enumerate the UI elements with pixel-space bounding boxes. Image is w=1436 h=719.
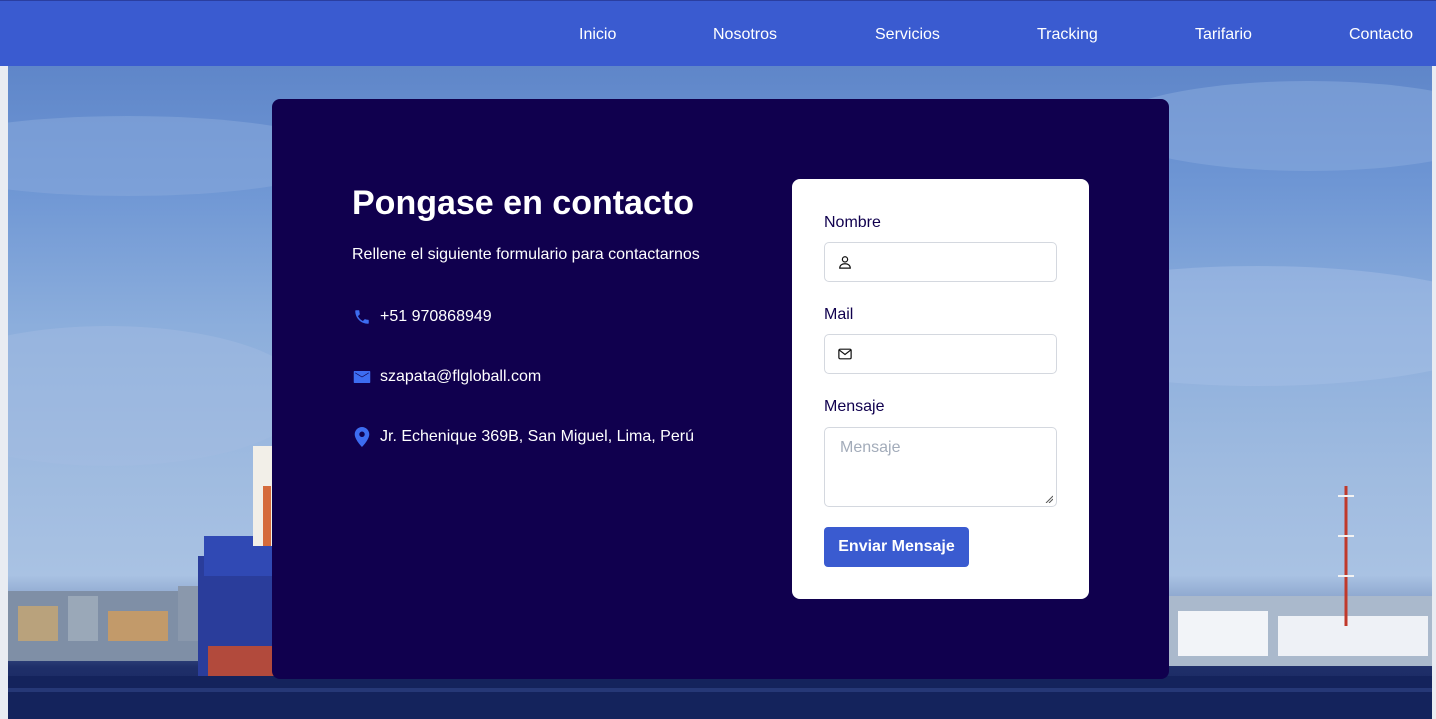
mail-input-wrapper [824, 334, 1057, 374]
message-textarea-wrapper [824, 427, 1057, 507]
map-pin-icon [352, 427, 372, 447]
send-message-button[interactable]: Enviar Mensaje [824, 527, 969, 567]
contact-card: Pongase en contacto Rellene el siguiente… [272, 99, 1169, 679]
contact-address-row: Jr. Echenique 369B, San Miguel, Lima, Pe… [352, 425, 694, 449]
message-label: Mensaje [824, 398, 885, 415]
nav-link-tracking[interactable]: Tracking [1037, 25, 1098, 45]
nav-link-inicio[interactable]: Inicio [579, 25, 616, 45]
contact-email-row: szapata@flgloball.com [352, 365, 541, 389]
nav-link-tarifario[interactable]: Tarifario [1195, 25, 1252, 45]
phone-icon [352, 307, 372, 327]
envelope-icon [352, 367, 372, 387]
mail-icon [838, 347, 852, 361]
contact-phone-row: +51 970868949 [352, 305, 492, 329]
contact-address: Jr. Echenique 369B, San Miguel, Lima, Pe… [380, 428, 694, 445]
page-title: Pongase en contacto [352, 184, 694, 222]
page-subtitle: Rellene el siguiente formulario para con… [352, 246, 700, 263]
contact-email: szapata@flgloball.com [380, 368, 542, 385]
nav-link-contacto[interactable]: Contacto [1349, 25, 1413, 45]
name-input[interactable] [861, 243, 1051, 281]
mail-input[interactable] [861, 335, 1051, 373]
contact-form: Nombre Mail Mensaje Enviar Mensaje [792, 179, 1089, 599]
resize-handle-icon[interactable] [1045, 495, 1053, 503]
name-input-wrapper [824, 242, 1057, 282]
message-textarea[interactable] [825, 428, 1056, 506]
nav-link-servicios[interactable]: Servicios [875, 25, 940, 45]
name-label: Nombre [824, 214, 881, 231]
top-navbar: Inicio Nosotros Servicios Tracking Tarif… [0, 0, 1436, 66]
mail-label: Mail [824, 306, 854, 323]
nav-link-nosotros[interactable]: Nosotros [713, 25, 777, 45]
contact-phone: +51 970868949 [380, 308, 492, 325]
user-icon [838, 255, 852, 269]
